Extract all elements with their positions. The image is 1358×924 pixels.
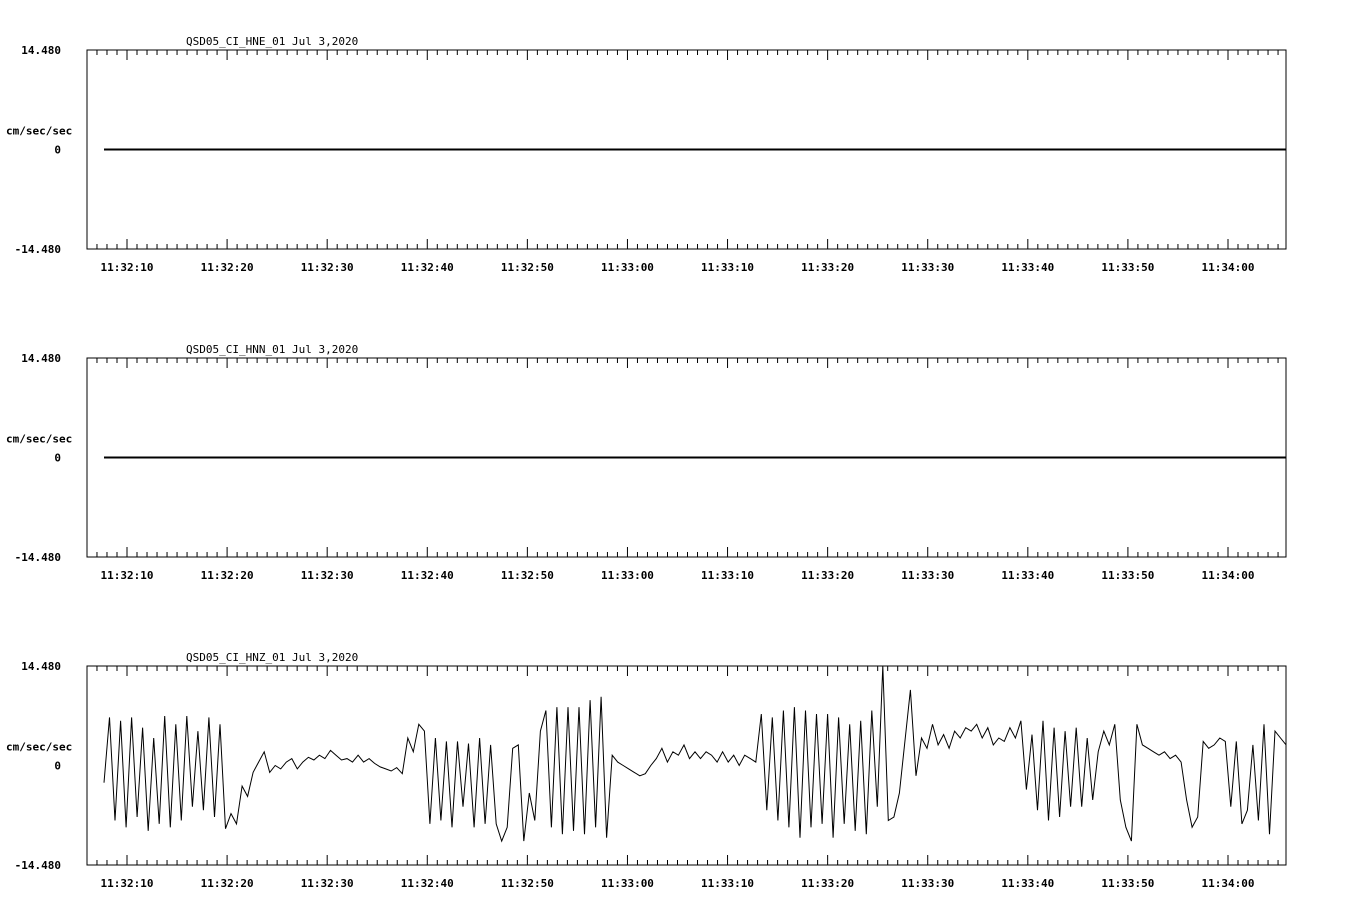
- chart-title: QSD05_CI_HNN_01 Jul 3,2020: [186, 343, 358, 356]
- y-tick-label: 14.480: [21, 352, 61, 365]
- x-tick-label: 11:32:50: [501, 261, 554, 274]
- x-tick-label: 11:32:30: [301, 569, 354, 582]
- y-tick-label: -14.480: [15, 859, 61, 872]
- x-tick-label: 11:33:50: [1101, 877, 1154, 890]
- plot-frame-2: [86, 665, 1287, 866]
- y-tick-label: 0: [54, 452, 61, 465]
- x-tick-label: 11:33:10: [701, 569, 754, 582]
- x-tick-label: 11:34:00: [1202, 877, 1255, 890]
- y-axis-label: cm/sec/sec: [6, 433, 72, 446]
- x-tick-label: 11:33:10: [701, 877, 754, 890]
- x-tick-label: 11:33:40: [1001, 569, 1054, 582]
- x-tick-label: 11:32:50: [501, 569, 554, 582]
- x-tick-label: 11:34:00: [1202, 569, 1255, 582]
- x-tick-label: 11:32:50: [501, 877, 554, 890]
- x-tick-label: 11:33:40: [1001, 261, 1054, 274]
- x-tick-label: 11:33:20: [801, 261, 854, 274]
- x-tick-label: 11:32:40: [401, 877, 454, 890]
- x-tick-label: 11:32:10: [101, 261, 154, 274]
- y-tick-label: -14.480: [15, 551, 61, 564]
- y-tick-label: 0: [54, 760, 61, 773]
- x-tick-label: 11:33:50: [1101, 569, 1154, 582]
- x-tick-label: 11:33:10: [701, 261, 754, 274]
- x-tick-label: 11:33:00: [601, 261, 654, 274]
- x-tick-label: 11:32:20: [201, 877, 254, 890]
- y-tick-label: 14.480: [21, 660, 61, 673]
- x-tick-label: 11:33:00: [601, 569, 654, 582]
- chart-title: QSD05_CI_HNZ_01 Jul 3,2020: [186, 651, 358, 664]
- y-axis-label: cm/sec/sec: [6, 125, 72, 138]
- x-tick-label: 11:33:30: [901, 261, 954, 274]
- seismogram-figure: QSD05_CI_HNE_01 Jul 3,2020 14.480 0 -14.480…: [6, 35, 1287, 890]
- x-tick-label: 11:32:20: [201, 569, 254, 582]
- x-tick-label: 11:32:10: [101, 569, 154, 582]
- x-tick-label: 11:33:20: [801, 569, 854, 582]
- x-tick-label: 11:33:20: [801, 877, 854, 890]
- y-tick-label: -14.480: [15, 243, 61, 256]
- x-tick-label: 11:32:40: [401, 569, 454, 582]
- y-tick-label: 14.480: [21, 44, 61, 57]
- x-tick-label: 11:32:30: [301, 261, 354, 274]
- x-tick-label: 11:32:40: [401, 261, 454, 274]
- x-tick-label: 11:33:30: [901, 569, 954, 582]
- x-tick-label: 11:33:50: [1101, 261, 1154, 274]
- x-tick-label: 11:34:00: [1202, 261, 1255, 274]
- chart-title: QSD05_CI_HNE_01 Jul 3,2020: [186, 35, 358, 48]
- x-tick-label: 11:32:20: [201, 261, 254, 274]
- x-tick-label: 11:32:10: [101, 877, 154, 890]
- x-tick-label: 11:33:30: [901, 877, 954, 890]
- x-tick-label: 11:32:30: [301, 877, 354, 890]
- y-axis-label: cm/sec/sec: [6, 741, 72, 754]
- seismic-trace-line: [103, 665, 1287, 843]
- x-tick-label: 11:33:00: [601, 877, 654, 890]
- x-tick-label: 11:33:40: [1001, 877, 1054, 890]
- y-tick-label: 0: [54, 144, 61, 157]
